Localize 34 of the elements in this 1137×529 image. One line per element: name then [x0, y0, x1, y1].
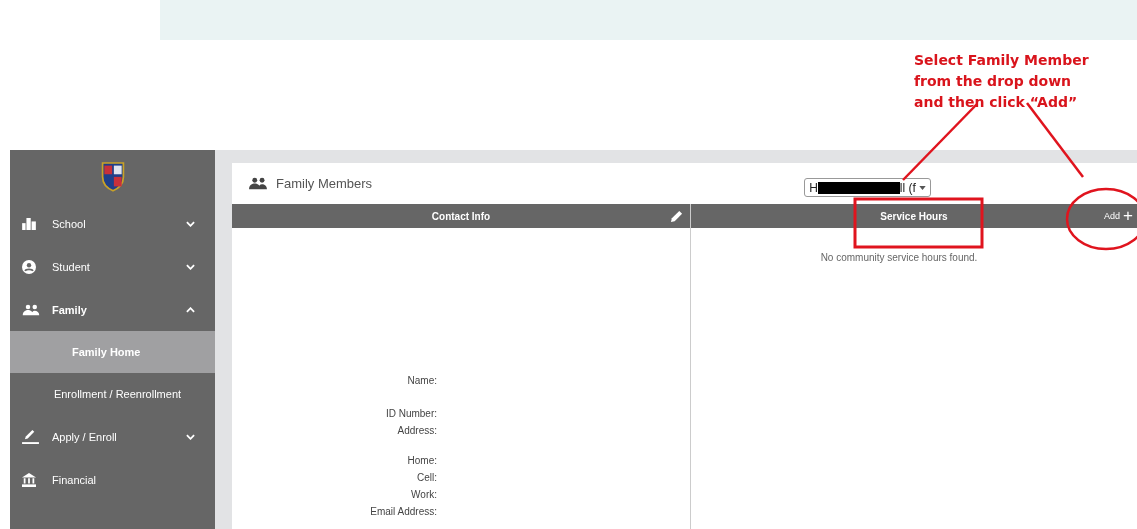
person-circle-icon	[22, 259, 36, 274]
field-label: ID Number:	[385, 407, 437, 421]
people-icon	[22, 303, 40, 316]
caret-icon	[918, 185, 926, 190]
field-label: Cell:	[417, 471, 437, 485]
crest-logo-icon	[99, 160, 126, 192]
building-icon	[22, 217, 36, 230]
chevron-down-icon	[186, 263, 195, 270]
field-label: Name:	[407, 374, 437, 388]
sidebar-item[interactable]: School	[10, 202, 215, 245]
column-heading: Service Hours	[880, 210, 948, 222]
callout-text: from the drop down	[914, 72, 1073, 91]
callout-text: Select Family Member	[914, 51, 1090, 70]
sidebar-item[interactable]: Financial	[10, 458, 215, 501]
pencil-icon[interactable]	[670, 210, 683, 223]
field-label: Work:	[411, 488, 437, 502]
pencil-icon	[22, 429, 39, 444]
people-icon	[248, 177, 268, 190]
bank-icon	[22, 472, 36, 487]
field-label: Home:	[407, 454, 437, 468]
callout-text: and then click “Add”	[914, 93, 1079, 112]
column-heading: Contact Info	[431, 210, 491, 222]
field-label: Address:	[397, 424, 437, 438]
chevron-down-icon	[186, 433, 195, 440]
chevron-up-icon	[186, 306, 195, 313]
sidebar-subitem[interactable]: Enrollment / Reenrollment	[10, 373, 215, 415]
sidebar-item[interactable]: Family	[10, 288, 215, 331]
field-label: Email Address:	[370, 505, 437, 519]
family-member-dropdown[interactable]: H ll (f	[804, 178, 931, 197]
chevron-down-icon	[186, 220, 195, 227]
sidebar-item[interactable]: Apply / Enroll	[10, 415, 215, 458]
empty-message: No community service hours found.	[819, 252, 979, 263]
panel-title: Family Members	[276, 176, 373, 191]
sidebar-item[interactable]: Student	[10, 245, 215, 288]
